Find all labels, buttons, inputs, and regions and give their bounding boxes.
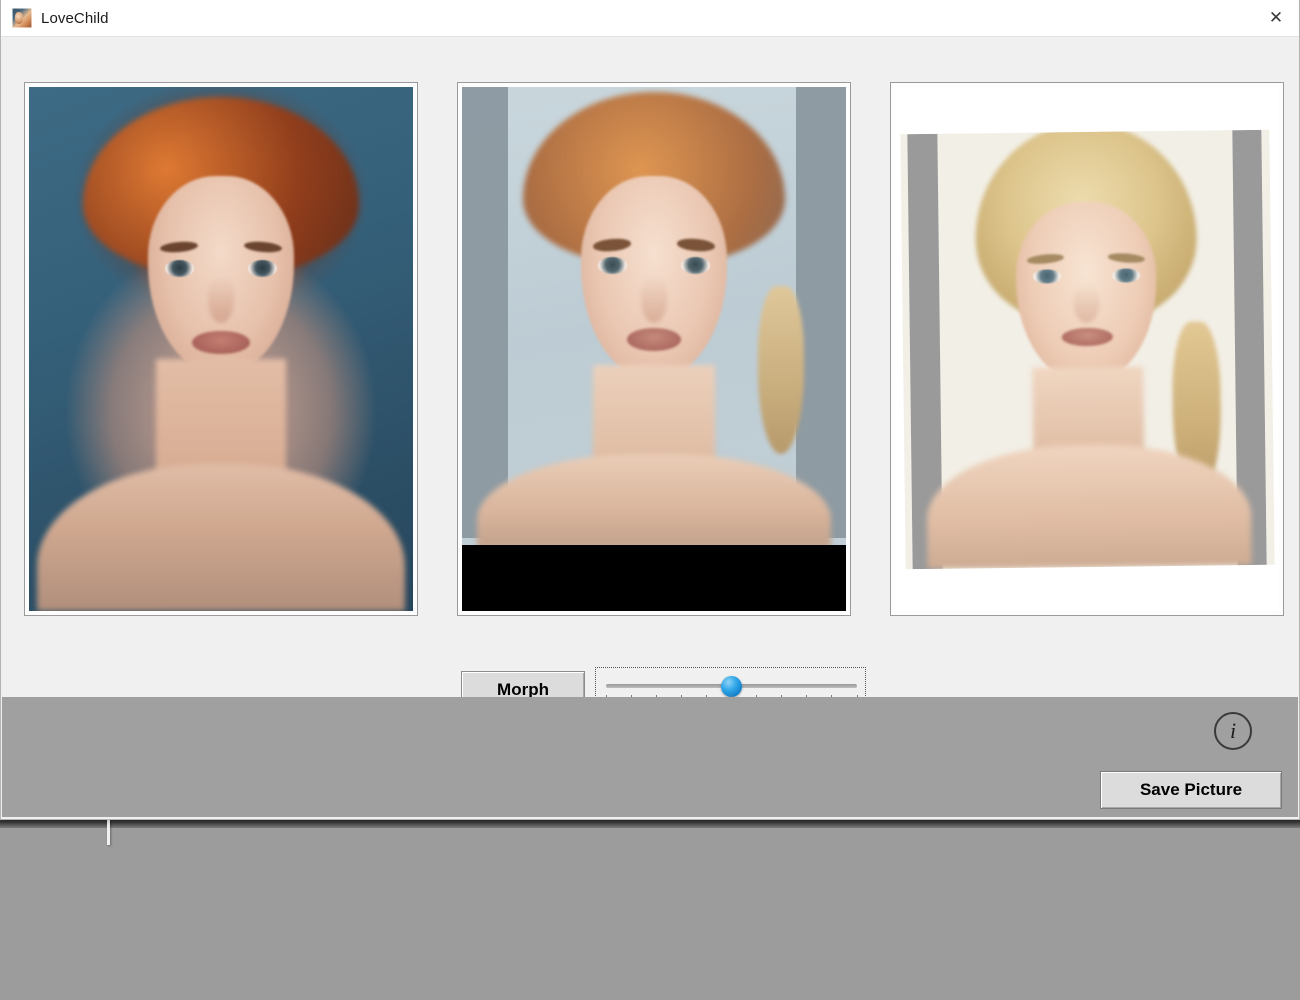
- text-cursor-artifact: [107, 818, 110, 845]
- morph-side-bar-left: [462, 87, 509, 538]
- portrait-eye-left: [165, 259, 195, 277]
- portrait-eye-right: [1111, 268, 1140, 283]
- slider-thumb[interactable]: [721, 676, 742, 697]
- window-title: LoveChild: [41, 9, 109, 27]
- portrait-eye-left: [1032, 269, 1061, 284]
- footer-bar: i Save Picture: [2, 697, 1298, 817]
- portrait-eye-right: [247, 259, 277, 277]
- morphed-image-center-panel[interactable]: [457, 82, 851, 616]
- portrait-shoulders: [477, 453, 831, 549]
- main-content: Morph 012345678910: [1, 37, 1299, 724]
- portrait-photo-area: [900, 129, 1274, 570]
- app-photo-icon: [12, 8, 32, 28]
- source-image-right: [895, 87, 1279, 611]
- title-bar: LoveChild ✕: [1, 0, 1299, 37]
- close-icon[interactable]: ✕: [1253, 0, 1299, 36]
- source-image-left-panel[interactable]: [24, 82, 418, 616]
- info-icon[interactable]: i: [1214, 712, 1252, 750]
- portrait-ponytail: [757, 286, 804, 454]
- app-window: LoveChild ✕ Morph i Save Picture: [0, 0, 1300, 820]
- morph-side-bar-right: [796, 87, 846, 538]
- portrait-nose: [207, 275, 235, 323]
- portrait-nose: [640, 275, 668, 323]
- portrait-shoulders: [36, 464, 406, 611]
- morph-black-band: [462, 544, 846, 611]
- save-picture-button[interactable]: Save Picture: [1100, 771, 1282, 809]
- portrait-lips: [192, 330, 250, 355]
- desktop-lower-area: [0, 828, 1300, 1000]
- source-image-right-panel[interactable]: [890, 82, 1284, 616]
- portrait-eye-right: [680, 257, 710, 275]
- screen: LoveChild ✕ Morph i Save Picture: [0, 0, 1300, 1000]
- morphed-image-center: [462, 87, 846, 611]
- portrait-lips: [627, 328, 681, 352]
- source-image-left: [29, 87, 413, 611]
